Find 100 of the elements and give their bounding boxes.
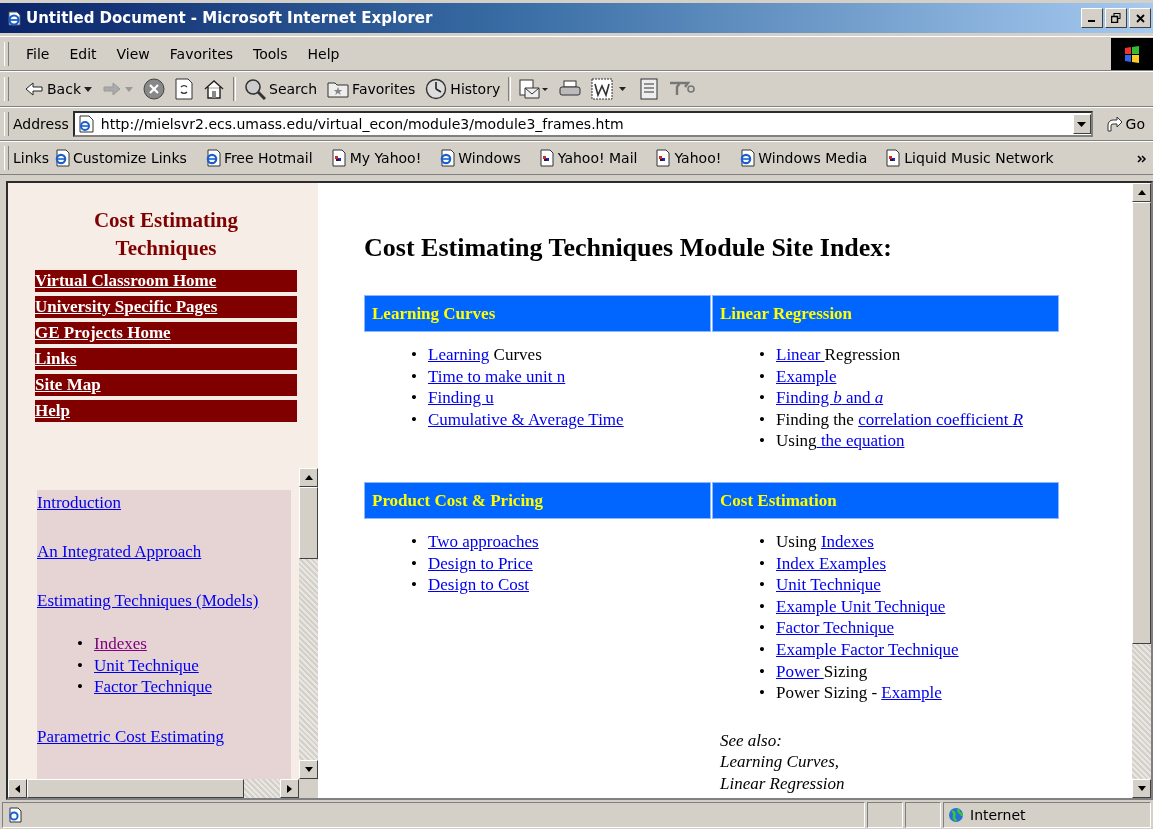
scrollbar-thumb[interactable] <box>27 779 244 798</box>
menu-item[interactable]: Favorites <box>162 42 241 65</box>
see-also-text: Learning Curves, <box>720 751 840 773</box>
favorite-link[interactable]: Yahoo! <box>654 149 722 167</box>
link[interactable]: Design to Cost <box>428 575 530 595</box>
favorites-button[interactable]: Favorites <box>322 78 421 100</box>
contents-link[interactable]: Estimating Techniques (Models) <box>37 591 259 610</box>
favorite-link[interactable]: My Yahoo! <box>329 149 422 167</box>
favorite-link[interactable]: Windows Media <box>738 149 868 167</box>
page-icon <box>76 115 95 133</box>
section-header: Product Cost & Pricing <box>364 481 711 519</box>
favorite-link[interactable]: Windows <box>438 149 521 167</box>
contents-link[interactable]: Indexes <box>94 634 147 653</box>
search-button[interactable]: Search <box>239 76 323 102</box>
contents-link[interactable]: Factor Technique <box>94 677 212 696</box>
page-icon <box>438 149 457 167</box>
link[interactable]: Power <box>776 661 824 681</box>
link[interactable]: Indexes <box>820 531 874 551</box>
link[interactable]: Two approaches <box>428 531 539 551</box>
horizontal-scrollbar[interactable] <box>8 779 318 798</box>
contents-link[interactable]: Introduction <box>37 493 122 512</box>
bullet: • <box>759 595 766 618</box>
link[interactable]: Example <box>776 366 837 386</box>
links-label: Links <box>13 150 49 166</box>
minimize-button[interactable] <box>1081 8 1103 28</box>
favorite-link[interactable]: Free Hotmail <box>203 149 313 167</box>
history-button[interactable]: History <box>420 76 506 102</box>
search-icon <box>244 78 266 100</box>
link[interactable]: Index Examples <box>776 553 886 573</box>
favorite-link[interactable]: Yahoo! Mail <box>537 149 638 167</box>
link[interactable]: Example Factor Technique <box>776 639 959 659</box>
chevron-icon <box>1137 154 1147 163</box>
messenger-icon <box>669 81 696 97</box>
scrollbar-thumb[interactable] <box>299 487 318 559</box>
bullet: • <box>411 552 418 575</box>
vertical-scrollbar[interactable] <box>1132 183 1151 798</box>
scrollbar-thumb[interactable] <box>1132 202 1151 644</box>
folder-star-icon <box>327 80 350 98</box>
link[interactable]: Finding u <box>428 388 494 408</box>
list-text: Power Sizing - <box>776 683 879 703</box>
nav-link[interactable]: Links <box>35 348 297 370</box>
page-icon <box>537 149 556 167</box>
link[interactable]: Factor Technique <box>776 618 894 638</box>
link[interactable]: correlation coefficient R <box>858 409 1024 429</box>
window-title: Untitled Document - Microsoft Internet Explorer <box>26 9 433 27</box>
address-field[interactable]: http://mielsvr2.ecs.umass.edu/virtual_econ/module3/module3_frames.htm <box>72 111 1093 137</box>
browser-logo-icon <box>6 10 22 26</box>
up-arrow-icon <box>304 475 313 480</box>
back-button[interactable]: Back <box>19 79 97 99</box>
link[interactable]: Example Unit Technique <box>776 596 946 616</box>
link[interactable]: the equation <box>816 431 905 451</box>
contents-link[interactable]: An Integrated Approach <box>37 542 202 561</box>
menu-item[interactable]: Help <box>300 42 347 65</box>
down-arrow-icon <box>1137 786 1146 791</box>
page-icon <box>654 149 673 167</box>
nav-link[interactable]: Site Map <box>35 374 297 396</box>
page-icon <box>884 149 903 167</box>
contents-link[interactable]: Parametric Cost Estimating <box>37 726 224 746</box>
clock-icon <box>425 78 448 100</box>
bullet: • <box>759 365 766 388</box>
link[interactable]: Design to Price <box>428 553 533 573</box>
list-text: Regression <box>824 345 901 364</box>
favorite-link[interactable]: Customize Links <box>52 149 187 167</box>
go-button[interactable]: Go <box>1104 116 1145 132</box>
favorite-link[interactable]: Liquid Music Network <box>884 149 1054 167</box>
link[interactable]: Unit Technique <box>776 575 881 595</box>
vertical-scrollbar[interactable] <box>299 468 318 779</box>
list-text: Using <box>776 531 818 551</box>
dropdown-button[interactable] <box>1072 114 1091 134</box>
close-button[interactable] <box>1129 8 1151 28</box>
bullet: • <box>77 676 84 698</box>
contents-link[interactable]: Unit Technique <box>94 655 199 675</box>
link[interactable]: Time to make unit n <box>428 366 566 386</box>
dropdown-caret-icon <box>125 86 133 92</box>
section-header: Cost Estimation <box>712 481 1059 519</box>
sidebar-title: Cost Estimating Techniques <box>92 207 240 262</box>
bullet: • <box>411 530 418 553</box>
link[interactable]: Finding b and a <box>776 388 884 408</box>
bullet: • <box>759 344 766 366</box>
nav-link[interactable]: GE Projects Home <box>35 322 297 344</box>
nav-link[interactable]: Virtual Classroom Home <box>35 270 297 292</box>
link[interactable]: Cumulative & Average Time <box>428 409 624 429</box>
menu-item[interactable]: Tools <box>246 42 295 65</box>
nav-link[interactable]: Help <box>35 400 297 422</box>
link[interactable]: Learning <box>428 345 490 364</box>
menu-item[interactable]: File <box>19 42 57 65</box>
menu-item[interactable]: Edit <box>62 42 104 65</box>
mail-icon <box>519 79 550 99</box>
nav-link[interactable]: University Specific Pages <box>35 296 297 318</box>
bullet: • <box>759 430 766 452</box>
page-icon <box>738 149 757 167</box>
page-icon <box>7 807 23 823</box>
down-arrow-icon <box>304 767 313 772</box>
link[interactable]: Example <box>881 683 942 703</box>
menu-item[interactable]: View <box>109 42 157 65</box>
bullet: • <box>759 408 766 431</box>
restore-button[interactable] <box>1105 8 1127 28</box>
list-text: Curves <box>492 345 542 364</box>
link[interactable]: Linear <box>776 345 825 364</box>
status-panel <box>867 802 903 828</box>
